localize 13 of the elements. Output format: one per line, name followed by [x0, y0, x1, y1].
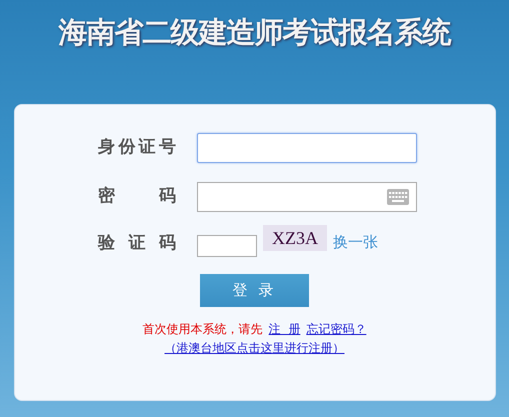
first-use-notice: 首次使用本系统，请先 — [142, 320, 263, 338]
overseas-register-link[interactable]: （港澳台地区点击这里进行注册） — [164, 338, 344, 356]
field-label: 身份证号 — [98, 136, 178, 159]
page-title: 海南省二级建造师考试报名系统 — [58, 14, 450, 51]
field-label: 密码 — [98, 184, 178, 208]
keyboard-icon[interactable] — [387, 188, 409, 204]
captcha-image: XZ3A — [263, 224, 327, 250]
password-field[interactable] — [197, 182, 417, 212]
field-label: 验证码 — [98, 232, 178, 255]
forgot-password-link[interactable]: 忘记密码？ — [306, 320, 366, 338]
register-link[interactable]: 注 册 — [268, 320, 300, 338]
id-number-field[interactable] — [197, 132, 417, 162]
captcha-field[interactable] — [197, 234, 257, 256]
